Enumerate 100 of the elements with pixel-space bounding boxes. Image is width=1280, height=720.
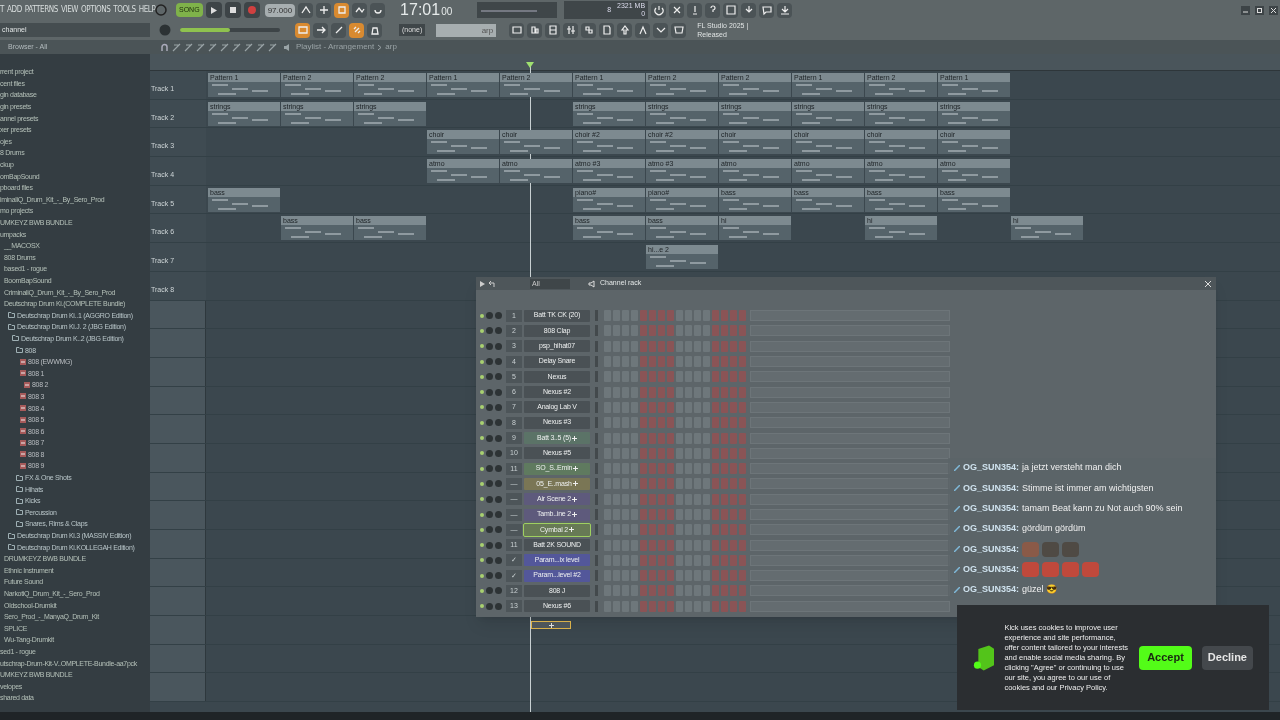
step-button[interactable]: [640, 417, 647, 429]
restore-button[interactable]: [1255, 5, 1264, 15]
toolbar-button[interactable]: [352, 2, 368, 18]
step-button[interactable]: [739, 554, 746, 566]
step-button[interactable]: [649, 570, 656, 582]
toolbar-button[interactable]: [705, 2, 721, 18]
track-header[interactable]: [150, 472, 206, 501]
step-button[interactable]: [712, 524, 719, 536]
decline-button[interactable]: Decline: [1201, 645, 1253, 670]
step-button[interactable]: [667, 539, 674, 551]
toolbar-button[interactable]: [316, 2, 332, 18]
step-button[interactable]: [712, 310, 719, 322]
toolbar-button[interactable]: [370, 2, 386, 18]
minimize-button[interactable]: [1241, 5, 1250, 15]
step-button[interactable]: [721, 417, 728, 429]
toolbar-button[interactable]: [777, 2, 793, 18]
step-button[interactable]: [739, 493, 746, 505]
menu-item[interactable]: ADD: [7, 4, 22, 16]
step-button[interactable]: [712, 401, 719, 413]
step-button[interactable]: [658, 386, 665, 398]
step-button[interactable]: [739, 401, 746, 413]
toolbar-button[interactable]: [581, 22, 597, 38]
toolbar-button[interactable]: [687, 2, 703, 18]
toolbar-button[interactable]: [298, 2, 314, 18]
step-button[interactable]: [739, 371, 746, 383]
step-button[interactable]: [649, 356, 656, 368]
step-button[interactable]: [712, 447, 719, 459]
step-button[interactable]: [667, 463, 674, 475]
step-button[interactable]: [640, 401, 647, 413]
step-button[interactable]: [730, 401, 737, 413]
chat-username[interactable]: OG_SUN354:: [963, 481, 1020, 496]
step-button[interactable]: [667, 585, 674, 597]
step-button[interactable]: [658, 524, 665, 536]
toolbar-button[interactable]: [653, 22, 669, 38]
step-button[interactable]: [658, 356, 665, 368]
step-button[interactable]: [658, 340, 665, 352]
accept-button[interactable]: Accept: [1139, 645, 1192, 670]
step-button[interactable]: [640, 509, 647, 520]
step-button[interactable]: [640, 447, 647, 459]
step-button[interactable]: [712, 539, 719, 551]
toolbar-button[interactable]: [367, 22, 382, 38]
chat-username[interactable]: OG_SUN354:: [963, 522, 1020, 536]
step-button[interactable]: [730, 371, 737, 383]
step-button[interactable]: [667, 493, 674, 505]
menu-item[interactable]: TOOLS: [113, 4, 136, 16]
toolbar-button[interactable]: [509, 22, 525, 38]
step-button[interactable]: [640, 493, 647, 505]
step-button[interactable]: [730, 310, 737, 322]
step-button[interactable]: [649, 310, 656, 322]
step-button[interactable]: [640, 386, 647, 398]
toolbar-button[interactable]: [635, 22, 651, 38]
menu-item[interactable]: OPTIONS: [81, 4, 111, 16]
step-button[interactable]: [730, 493, 737, 505]
step-button[interactable]: [667, 325, 674, 337]
step-button[interactable]: [739, 447, 746, 459]
step-button[interactable]: [730, 524, 737, 536]
step-button[interactable]: [730, 356, 737, 368]
step-button[interactable]: [721, 585, 728, 597]
step-button[interactable]: [721, 340, 728, 352]
step-button[interactable]: [721, 539, 728, 551]
track-header[interactable]: [150, 329, 206, 357]
step-button[interactable]: [658, 478, 665, 490]
step-button[interactable]: [640, 585, 647, 597]
step-button[interactable]: [667, 432, 674, 444]
track-header[interactable]: [150, 673, 206, 702]
step-button[interactable]: [730, 509, 737, 520]
step-button[interactable]: [658, 509, 665, 520]
step-button[interactable]: [658, 310, 665, 322]
step-button[interactable]: [640, 371, 647, 383]
step-button[interactable]: [649, 386, 656, 398]
step-button[interactable]: [658, 432, 665, 444]
step-button[interactable]: [730, 478, 737, 490]
track-header[interactable]: [150, 300, 206, 329]
step-button[interactable]: [640, 600, 647, 612]
step-button[interactable]: [649, 325, 656, 337]
step-button[interactable]: [649, 478, 656, 490]
toolbar-button[interactable]: [545, 22, 561, 38]
step-button[interactable]: [667, 524, 674, 536]
track-header[interactable]: [150, 386, 206, 415]
track-header[interactable]: [150, 644, 206, 673]
step-button[interactable]: [721, 432, 728, 444]
step-button[interactable]: [640, 539, 647, 551]
step-button[interactable]: [712, 554, 719, 566]
step-button[interactable]: [721, 463, 728, 475]
step-button[interactable]: [739, 325, 746, 337]
step-button[interactable]: [658, 325, 665, 337]
step-button[interactable]: [712, 509, 719, 520]
step-button[interactable]: [640, 478, 647, 490]
step-button[interactable]: [649, 493, 656, 505]
step-button[interactable]: [658, 417, 665, 429]
step-button[interactable]: [658, 539, 665, 551]
step-button[interactable]: [640, 463, 647, 475]
step-button[interactable]: [730, 585, 737, 597]
chat-username[interactable]: OG_SUN354:: [963, 542, 1020, 557]
step-button[interactable]: [667, 356, 674, 368]
toolbar-button[interactable]: [723, 2, 739, 18]
step-button[interactable]: [721, 524, 728, 536]
close-button[interactable]: [1269, 5, 1278, 15]
track-header[interactable]: [150, 415, 206, 443]
chat-username[interactable]: OG_SUN354:: [963, 583, 1020, 597]
